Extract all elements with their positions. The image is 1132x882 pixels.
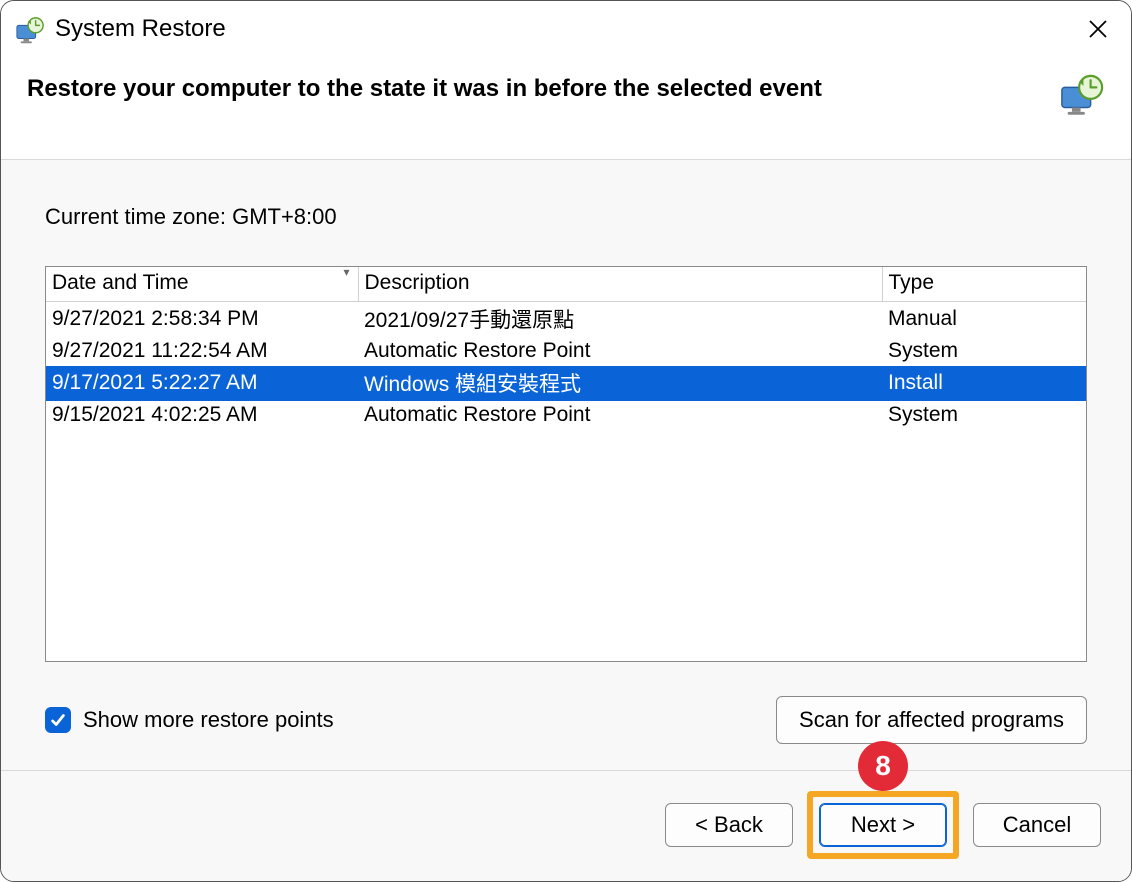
timezone-label: Current time zone: GMT+8:00	[45, 204, 1087, 230]
window-title: System Restore	[55, 15, 1075, 43]
cell-type: Manual	[882, 302, 1086, 338]
back-button[interactable]: < Back	[665, 803, 793, 847]
cell-desc: Automatic Restore Point	[358, 401, 882, 430]
restore-points-table[interactable]: Date and Time ▾ Description Type 9/27/20…	[45, 266, 1087, 662]
column-header-date[interactable]: Date and Time ▾	[46, 267, 358, 302]
column-header-description[interactable]: Description	[358, 267, 882, 302]
annotation-step-badge: 8	[858, 741, 908, 791]
title-bar: System Restore	[1, 1, 1131, 55]
close-icon	[1088, 19, 1108, 39]
cell-date: 9/27/2021 2:58:34 PM	[46, 302, 358, 338]
cancel-button[interactable]: Cancel	[973, 803, 1101, 847]
sort-descending-icon: ▾	[343, 266, 349, 279]
cell-desc: Automatic Restore Point	[358, 337, 882, 366]
system-restore-dialog: System Restore Restore your computer to …	[0, 0, 1132, 882]
restore-point-row[interactable]: 9/27/2021 2:58:34 PM2021/09/27手動還原點Manua…	[46, 302, 1086, 338]
cell-date: 9/17/2021 5:22:27 AM	[46, 366, 358, 401]
cell-date: 9/27/2021 11:22:54 AM	[46, 337, 358, 366]
restore-point-row[interactable]: 9/27/2021 11:22:54 AMAutomatic Restore P…	[46, 337, 1086, 366]
column-header-type[interactable]: Type	[882, 267, 1086, 302]
below-table-row: Show more restore points Scan for affect…	[45, 696, 1087, 744]
cell-desc: 2021/09/27手動還原點	[358, 302, 882, 338]
cell-date: 9/15/2021 4:02:25 AM	[46, 401, 358, 430]
close-button[interactable]	[1075, 9, 1121, 49]
cell-desc: Windows 模組安裝程式	[358, 366, 882, 401]
cell-type: System	[882, 337, 1086, 366]
cell-type: Install	[882, 366, 1086, 401]
scan-affected-programs-button[interactable]: Scan for affected programs	[776, 696, 1087, 744]
page-heading: Restore your computer to the state it wa…	[27, 73, 1039, 104]
restore-point-row[interactable]: 9/15/2021 4:02:25 AMAutomatic Restore Po…	[46, 401, 1086, 430]
restore-point-row[interactable]: 9/17/2021 5:22:27 AMWindows 模組安裝程式Instal…	[46, 366, 1086, 401]
next-button[interactable]: Next >	[819, 803, 947, 847]
wizard-header: Restore your computer to the state it wa…	[1, 55, 1131, 160]
column-header-date-label: Date and Time	[52, 271, 189, 294]
wizard-body: Current time zone: GMT+8:00 Date and Tim…	[1, 160, 1131, 770]
checkbox-checked-icon	[45, 707, 71, 733]
cell-type: System	[882, 401, 1086, 430]
next-button-annotation-highlight: 8 Next >	[807, 791, 959, 859]
column-header-type-label: Type	[889, 271, 935, 294]
show-more-restore-points-checkbox[interactable]: Show more restore points	[45, 707, 334, 733]
show-more-label: Show more restore points	[83, 707, 334, 733]
column-header-description-label: Description	[365, 271, 470, 294]
wizard-footer: < Back 8 Next > Cancel	[1, 770, 1131, 881]
system-restore-icon	[15, 16, 45, 46]
system-restore-icon	[1059, 73, 1105, 119]
